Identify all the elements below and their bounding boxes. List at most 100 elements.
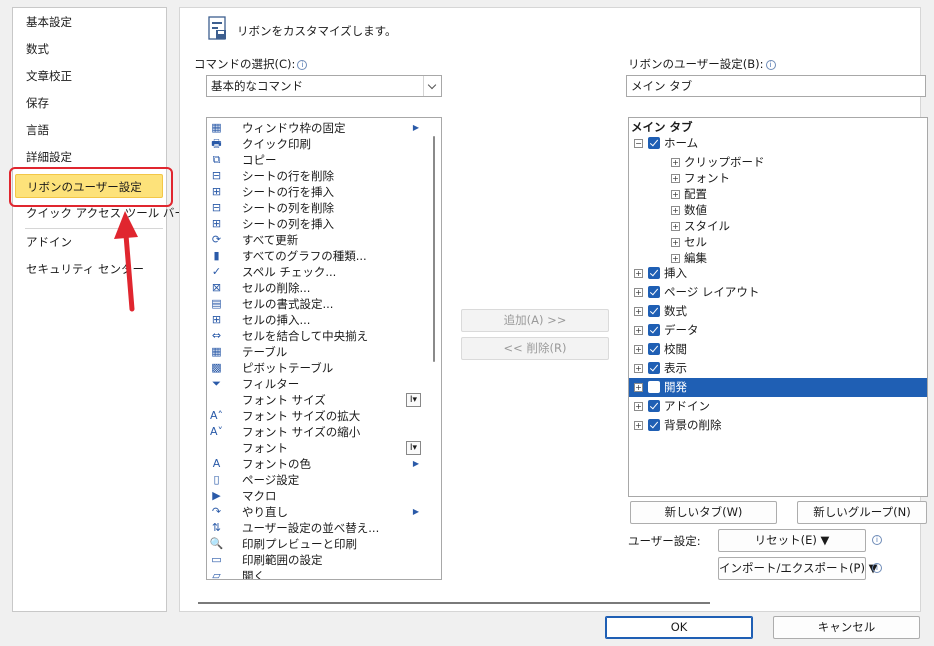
info-icon[interactable]: i — [872, 535, 882, 545]
remove-button[interactable]: << 削除(R) — [461, 337, 609, 360]
checkbox-unchecked-icon[interactable] — [648, 381, 660, 393]
command-item[interactable]: A フォントの色 ▶ — [207, 456, 425, 472]
expand-icon[interactable]: + — [671, 222, 680, 231]
import-export-button[interactable]: インポート/エクスポート(P) ▼ — [718, 557, 877, 580]
expand-icon[interactable]: + — [634, 307, 643, 316]
command-item[interactable]: ⇔ セルを結合して中央揃え — [207, 328, 425, 344]
ok-button[interactable]: OK — [605, 616, 753, 639]
tree-item-tab[interactable]: + データ — [629, 321, 927, 340]
command-item[interactable]: ↷ やり直し ▶ — [207, 504, 425, 520]
command-item[interactable]: ⊟ シートの列を削除 — [207, 200, 425, 216]
expand-icon[interactable]: + — [634, 269, 643, 278]
tree-item-tab[interactable]: + 表示 — [629, 359, 927, 378]
redo-icon: ↷ — [211, 505, 222, 518]
expand-icon[interactable]: + — [671, 190, 680, 199]
command-item[interactable]: 🖶 クイック印刷 — [207, 136, 425, 152]
tree-item-label: アドイン — [664, 399, 710, 413]
expand-icon[interactable]: + — [634, 288, 643, 297]
tree-item-tab[interactable]: + 挿入 — [629, 264, 927, 283]
expand-icon[interactable]: + — [671, 206, 680, 215]
tree-item-tab[interactable]: + 数式 — [629, 302, 927, 321]
cancel-button[interactable]: キャンセル — [773, 616, 920, 639]
expand-icon[interactable]: + — [671, 174, 680, 183]
commands-select[interactable]: 基本的なコマンド — [206, 75, 442, 97]
nav-item-advanced[interactable]: 詳細設定 — [13, 145, 166, 169]
expand-icon[interactable]: + — [634, 383, 643, 392]
font-icon — [209, 441, 224, 455]
command-item[interactable]: 🔍 印刷プレビューと印刷 — [207, 536, 425, 552]
nav-item-general[interactable]: 基本設定 — [13, 10, 166, 34]
info-icon[interactable]: i — [297, 59, 308, 70]
ribbon-tree[interactable]: メイン タブ − ホーム + クリップボード + フォント + 配置 + 数値 + スタイル + セル… — [628, 117, 928, 497]
command-item[interactable]: ▮ すべてのグラフの種類... — [207, 248, 425, 264]
command-item[interactable]: ▦ ウィンドウ枠の固定 ▶ — [207, 120, 425, 136]
command-item[interactable]: A˅ フォント サイズの縮小 — [207, 424, 425, 440]
expand-icon[interactable]: + — [634, 402, 643, 411]
expand-icon[interactable]: + — [634, 364, 643, 373]
command-label: テーブル — [242, 345, 288, 359]
expand-icon[interactable]: + — [671, 238, 680, 247]
scrollbar-thumb[interactable] — [433, 136, 435, 362]
tree-item-label: 開発 — [664, 380, 687, 394]
ribbon-select[interactable]: メイン タブ — [626, 75, 926, 97]
tree-item-tab[interactable]: + 背景の削除 — [629, 416, 927, 435]
nav-item-save[interactable]: 保存 — [13, 91, 166, 115]
command-item[interactable]: ⟳ すべて更新 — [207, 232, 425, 248]
reset-button[interactable]: リセット(E) ▼ — [718, 529, 866, 552]
command-item[interactable]: フォント サイズ I▾ — [207, 392, 425, 408]
freeze-panes-icon: ▦ — [211, 121, 222, 134]
checkbox-checked-icon[interactable] — [648, 343, 660, 355]
command-item[interactable]: ⊞ セルの挿入... — [207, 312, 425, 328]
command-item[interactable]: ⇅ ユーザー設定の並べ替え... — [207, 520, 425, 536]
command-item[interactable]: ⊞ シートの行を挿入 — [207, 184, 425, 200]
command-item[interactable]: ▤ セルの書式設定... — [207, 296, 425, 312]
checkbox-checked-icon[interactable] — [648, 400, 660, 412]
checkbox-checked-icon[interactable] — [648, 419, 660, 431]
command-item[interactable]: ▭ 印刷範囲の設定 — [207, 552, 425, 568]
info-icon[interactable]: i — [765, 59, 776, 70]
command-item[interactable]: ▯ ページ設定 — [207, 472, 425, 488]
expand-icon[interactable]: + — [671, 254, 680, 263]
command-item[interactable]: フォント I▾ — [207, 440, 425, 456]
checkbox-checked-icon[interactable] — [648, 324, 660, 336]
add-button[interactable]: 追加(A) >> — [461, 309, 609, 332]
spelling-icon: ✓ — [211, 265, 222, 278]
nav-item-formulas[interactable]: 数式 — [13, 37, 166, 61]
command-item[interactable]: ▱ 開く — [207, 568, 425, 579]
submenu-arrow-icon: ▶ — [412, 459, 419, 468]
command-item[interactable]: ⊠ セルの削除... — [207, 280, 425, 296]
checkbox-checked-icon[interactable] — [648, 362, 660, 374]
command-item[interactable]: ⧉ コピー — [207, 152, 425, 168]
expand-icon[interactable]: + — [634, 326, 643, 335]
info-icon[interactable]: i — [872, 563, 882, 573]
expand-icon[interactable]: + — [634, 345, 643, 354]
tree-item-home[interactable]: − ホーム — [629, 134, 927, 153]
commands-list[interactable]: ▦ ウィンドウ枠の固定 ▶ 🖶 クイック印刷 ⧉ コピー ⊟ シートの行を削除 ⊞ シートの行を挿入… — [206, 117, 442, 580]
tree-item-tab[interactable]: + 校閲 — [629, 340, 927, 359]
command-item[interactable]: ✓ スペル チェック... — [207, 264, 425, 280]
nav-item-proofing[interactable]: 文章校正 — [13, 64, 166, 88]
command-item[interactable]: ▦ テーブル — [207, 344, 425, 360]
tree-item-tab[interactable]: + 開発 — [629, 378, 927, 397]
tree-item-tab[interactable]: + アドイン — [629, 397, 927, 416]
command-item[interactable]: ▶ マクロ — [207, 488, 425, 504]
command-item[interactable]: ▩ ピボットテーブル — [207, 360, 425, 376]
checkbox-checked-icon[interactable] — [648, 305, 660, 317]
expand-icon[interactable]: + — [634, 421, 643, 430]
horizontal-scrollbar[interactable] — [198, 602, 710, 604]
command-item[interactable]: ⊟ シートの行を削除 — [207, 168, 425, 184]
checkbox-checked-icon[interactable] — [648, 286, 660, 298]
command-item[interactable]: ⊞ シートの列を挿入 — [207, 216, 425, 232]
collapse-icon[interactable]: − — [634, 139, 643, 148]
command-item[interactable]: A˄ フォント サイズの拡大 — [207, 408, 425, 424]
tree-item-tab[interactable]: + ページ レイアウト — [629, 283, 927, 302]
command-item[interactable]: ⏷ フィルター — [207, 376, 425, 392]
checkbox-checked-icon[interactable] — [648, 267, 660, 279]
checkbox-checked-icon[interactable] — [648, 137, 660, 149]
new-tab-button[interactable]: 新しいタブ(W) — [630, 501, 777, 524]
font-size-icon — [209, 393, 224, 407]
chevron-down-icon[interactable] — [423, 76, 441, 96]
nav-item-language[interactable]: 言語 — [13, 118, 166, 142]
new-group-button[interactable]: 新しいグループ(N) — [797, 501, 927, 524]
expand-icon[interactable]: + — [671, 158, 680, 167]
